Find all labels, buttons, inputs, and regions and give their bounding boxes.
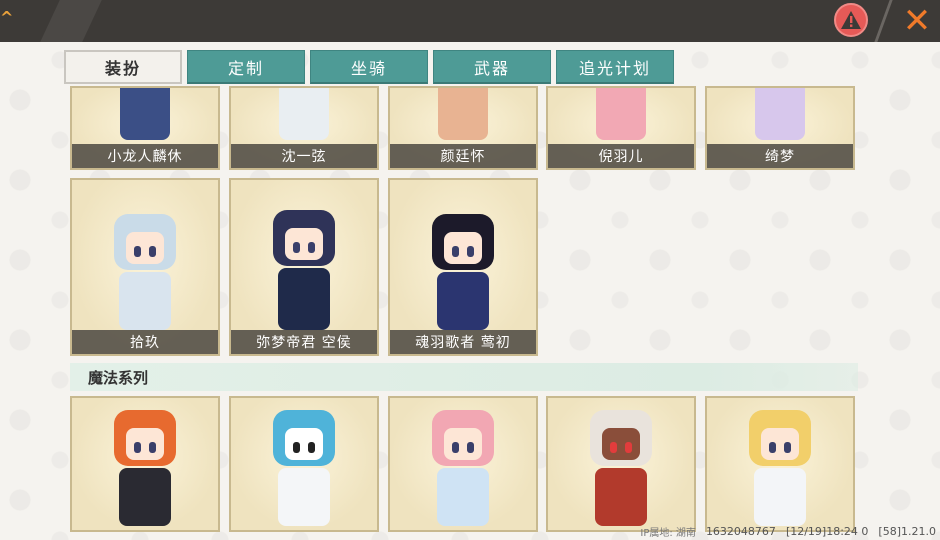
outfit-name: 倪羽儿 [548,144,694,168]
outfit-name: 小龙人麟休 [72,144,218,168]
outfit-card[interactable]: 弥梦帝君 空侯 [229,178,379,356]
category-tabs: 装扮 定制 坐骑 武器 追光计划 [64,50,679,84]
character-figure [273,410,335,526]
character-figure [432,214,494,330]
character-figure [279,88,329,140]
user-id: 1632048767 [705,525,776,538]
timestamp: [12/19]18:24 0 [785,525,869,538]
outfit-name: 沈一弦 [231,144,377,168]
character-figure [120,88,170,140]
ip-location: IP属地: 湖南 [640,528,696,539]
tab-mount[interactable]: 坐骑 [310,50,428,84]
corner-mark: ^ [0,8,14,27]
character-figure [590,410,652,526]
character-figure [438,88,488,140]
topbar-divider [874,0,893,42]
character-figure [596,88,646,140]
top-bar: ^ ✕ [0,0,940,42]
warning-icon [841,11,861,29]
outfit-card[interactable]: 拾玖 [70,178,220,356]
character-figure [749,410,811,526]
outfit-card[interactable] [70,396,220,532]
tab-outfit[interactable]: 装扮 [64,50,182,84]
outfit-name: 魂羽歌者 莺初 [390,330,536,354]
outfit-card[interactable] [229,396,379,532]
outfit-name: 绮梦 [707,144,853,168]
outfit-card[interactable]: 沈一弦 [229,86,379,170]
character-figure [114,214,176,330]
status-bar: IP属地: 湖南 1632048767 [12/19]18:24 0 [58]1… [640,524,936,539]
report-button[interactable] [834,3,868,37]
character-figure [114,410,176,526]
section-header-magic-series: 魔法系列 [70,363,858,391]
close-button[interactable]: ✕ [898,2,936,40]
tab-custom[interactable]: 定制 [187,50,305,84]
outfit-card[interactable]: 颜廷怀 [388,86,538,170]
outfit-card[interactable]: 倪羽儿 [546,86,696,170]
character-figure [755,88,805,140]
version: [58]1.21.0 [878,525,936,538]
tab-chase-light-plan[interactable]: 追光计划 [556,50,674,84]
outfit-card[interactable] [388,396,538,532]
outfit-name: 颜廷怀 [390,144,536,168]
outfit-card[interactable] [705,396,855,532]
outfit-card[interactable]: 魂羽歌者 莺初 [388,178,538,356]
outfit-name: 拾玖 [72,330,218,354]
character-figure [432,410,494,526]
outfit-card[interactable]: 绮梦 [705,86,855,170]
outfit-card[interactable] [546,396,696,532]
character-figure [273,210,335,330]
outfit-name: 弥梦帝君 空侯 [231,330,377,354]
tab-weapon[interactable]: 武器 [433,50,551,84]
close-icon: ✕ [902,1,932,41]
outfit-card[interactable]: 小龙人麟休 [70,86,220,170]
